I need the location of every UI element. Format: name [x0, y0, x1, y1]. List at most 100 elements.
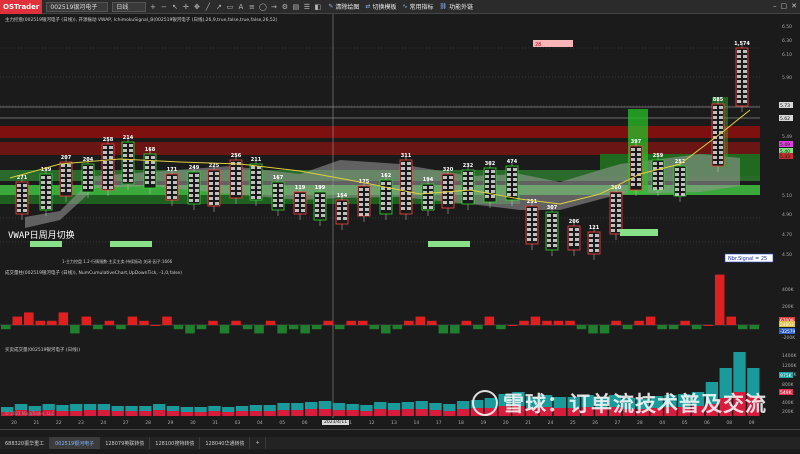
footprint-cell [719, 151, 723, 154]
footprint-cell [321, 209, 325, 212]
footprint-cell [485, 175, 489, 178]
footprint-cell [41, 206, 45, 209]
delta-bar [47, 320, 57, 325]
close-icon[interactable]: ✕ [791, 2, 797, 10]
ellipse-icon[interactable]: ◯ [258, 2, 267, 11]
footprint-cell [449, 196, 453, 199]
common-indicators-button[interactable]: ∿ 常用指标 [402, 2, 433, 11]
arrow-icon[interactable]: → [269, 2, 278, 11]
top-toolbar: OSTrader 002519银河电子 日线 + − ↖ ✛ ✥ ╱ ↗ ▭ A… [0, 0, 800, 14]
timeframe-selector[interactable]: 日线 [112, 1, 147, 12]
footprint-cell [295, 209, 299, 212]
external-links-button[interactable]: ⛓ 功能外链 [440, 2, 474, 11]
footprint-cell [279, 194, 283, 197]
zoom-in-icon[interactable]: + [148, 2, 157, 11]
buy-volume-bar [153, 410, 166, 416]
pink-marker-label: 28 [535, 42, 541, 48]
footprint-cell [89, 166, 93, 169]
footprint-cell [617, 214, 621, 217]
footprint-cell [109, 161, 113, 164]
snapshot-icon[interactable]: ◧ [313, 2, 322, 11]
rectangle-icon[interactable]: ▭ [225, 2, 234, 11]
price-chart[interactable]: 271199207 204258 214168171 249 2252562111671… [0, 14, 800, 267]
delta-bar [139, 320, 149, 325]
delta-bar [265, 320, 276, 325]
delta-tag-label: -32579 [780, 329, 795, 335]
footprint-cell [167, 176, 171, 179]
delta-bar [507, 325, 518, 326]
footprint-cell [659, 162, 663, 165]
instrument-selector[interactable]: 002519银河电子 [46, 1, 109, 12]
footprint-cell [469, 192, 473, 195]
footprint-cell [423, 196, 427, 199]
footprint-cell [653, 182, 657, 185]
candle-volume-label: 320 [443, 167, 454, 173]
footprint-cell [215, 192, 219, 195]
footprint-cell [533, 223, 537, 226]
sell-volume-bar [443, 404, 456, 411]
footprint-cell [215, 182, 219, 185]
delta-bar [726, 316, 736, 325]
footprint-cell [507, 188, 511, 191]
footprint-cell [41, 181, 45, 184]
clear-drawing-button[interactable]: ✎ 清除绘图 [328, 2, 359, 11]
footprint-cell [251, 196, 255, 199]
draw-line-icon[interactable]: ╱ [203, 2, 212, 11]
fibonacci-icon[interactable]: ≡ [247, 2, 256, 11]
panel2-title: 成交量柱(002519银河电子 (日线)), NumCumulativeChar… [5, 271, 182, 276]
footprint-cell [167, 186, 171, 189]
footprint-cell [231, 177, 235, 180]
buy-volume-bar [97, 410, 111, 416]
footprint-cell [123, 179, 127, 182]
footprint-cell [491, 175, 495, 178]
delta-panel[interactable]: 400K200K0-200K 6700924803-32579 成交量柱(002… [0, 267, 800, 344]
add-tab-button[interactable]: + [250, 437, 266, 449]
footprint-cell [47, 206, 51, 209]
text-tool-icon[interactable]: A [236, 2, 245, 11]
instrument-tab[interactable]: 688320振华重工 [0, 437, 51, 449]
footprint-cell [173, 181, 177, 184]
footprint-cell [67, 164, 71, 167]
sell-volume-bar [180, 407, 193, 412]
settings-icon[interactable]: ⚙ [280, 2, 289, 11]
delta-bar [611, 320, 621, 325]
template-icon[interactable]: ▤ [291, 2, 300, 11]
footprint-cell [365, 213, 369, 216]
maximize-icon[interactable]: ▢ [781, 2, 788, 10]
instrument-tab[interactable]: 128100搜特转债 [150, 437, 201, 449]
delta-bar [588, 325, 598, 334]
footprint-candle[interactable] [609, 191, 623, 235]
switch-icon: ⇄ [365, 3, 371, 10]
pan-icon[interactable]: ✥ [192, 2, 201, 11]
footprint-cell [617, 204, 621, 207]
delta-bar [334, 325, 345, 330]
vwap-label: VWAP日周月切换 [8, 231, 75, 241]
properties-icon[interactable]: ☰ [302, 2, 311, 11]
instrument-tab[interactable]: 128040华通转债 [200, 437, 251, 449]
instrument-tab[interactable]: 128079英联转债 [100, 437, 151, 449]
zoom-out-icon[interactable]: − [159, 2, 168, 11]
instrument-tab[interactable]: 002519银河电子 [50, 437, 101, 449]
delta-bar [357, 320, 368, 325]
crosshair-icon[interactable]: ✛ [181, 2, 190, 11]
candle-volume-label: 214 [123, 135, 134, 141]
footprint-cell [637, 158, 641, 161]
date-tick-label: 30 [189, 421, 196, 426]
footprint-cell [209, 187, 213, 190]
pointer-icon[interactable]: ↖ [170, 2, 179, 11]
price-chart-panel[interactable]: 271 199 207 204 258 214 168 171 249 225 256 211 167 1… [0, 14, 800, 267]
footprint-candle[interactable] [121, 141, 135, 185]
minimize-icon[interactable]: – [773, 2, 777, 10]
footprint-cell [381, 182, 385, 185]
footprint-cell [713, 111, 717, 114]
footprint-cell [61, 179, 65, 182]
footprint-cell [209, 197, 213, 200]
draw-ray-icon[interactable]: ↗ [214, 2, 223, 11]
switch-template-button[interactable]: ⇄ 切换模板 [365, 2, 396, 11]
footprint-cell [123, 164, 127, 167]
delta-chart[interactable]: 400K200K0-200K 6700924803-32579 [0, 267, 800, 344]
date-tick-label: 21 [525, 421, 531, 426]
candle-volume-label: 885 [713, 97, 724, 103]
footprint-cell [359, 193, 363, 196]
footprint-cell [681, 183, 685, 186]
